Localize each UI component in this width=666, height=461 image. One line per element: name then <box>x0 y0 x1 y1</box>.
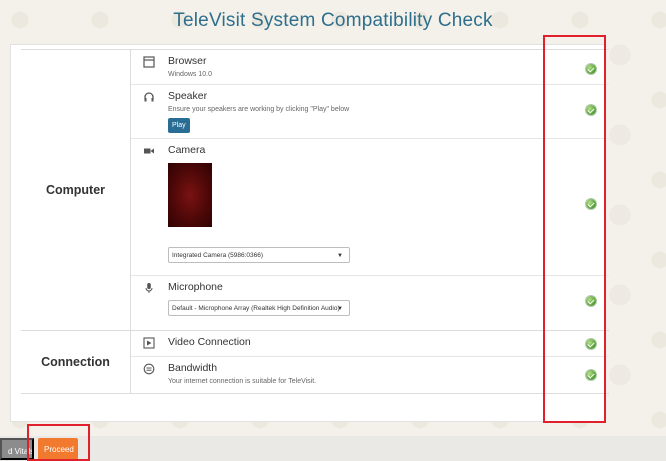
proceed-highlight <box>27 424 90 461</box>
section-label-connection: Connection <box>21 331 131 393</box>
camera-preview <box>168 163 212 227</box>
check-row-bandwidth: Bandwidth Your internet connection is su… <box>131 357 609 393</box>
section-computer: Computer Browser Windows 10.0 Speaker En… <box>21 50 609 331</box>
check-row-camera: Camera Integrated Camera (5986:0366) ▼ <box>131 139 609 276</box>
browser-window-icon <box>143 56 155 68</box>
check-row-video-connection: Video Connection <box>131 331 609 357</box>
section-label-computer: Computer <box>21 50 131 330</box>
headphones-icon <box>143 91 155 103</box>
status-column-highlight <box>543 35 606 423</box>
check-row-speaker: Speaker Ensure your speakers are working… <box>131 85 609 139</box>
speedometer-icon <box>143 363 155 375</box>
compatibility-panel: Computer Browser Windows 10.0 Speaker En… <box>10 44 609 422</box>
chevron-down-icon: ▼ <box>337 253 343 259</box>
microphone-select-value: Default - Microphone Array (Realtek High… <box>172 305 340 312</box>
section-connection: Connection Video Connection Bandwidth Yo… <box>21 331 609 394</box>
video-camera-icon <box>143 145 155 157</box>
play-button[interactable]: Play <box>168 118 190 133</box>
microphone-icon <box>143 282 155 294</box>
footer-bar <box>0 436 666 461</box>
check-row-browser: Browser Windows 10.0 <box>131 50 609 85</box>
checks-table: Computer Browser Windows 10.0 Speaker En… <box>21 49 609 394</box>
camera-select-value: Integrated Camera (5986:0366) <box>172 252 264 259</box>
microphone-select[interactable]: Default - Microphone Array (Realtek High… <box>168 300 350 316</box>
video-connection-icon <box>143 337 155 349</box>
page-title: TeleVisit System Compatibility Check <box>173 10 493 31</box>
chevron-down-icon: ▼ <box>337 306 343 312</box>
check-row-microphone: Microphone Default - Microphone Array (R… <box>131 276 609 330</box>
camera-select[interactable]: Integrated Camera (5986:0366) ▼ <box>168 247 350 263</box>
